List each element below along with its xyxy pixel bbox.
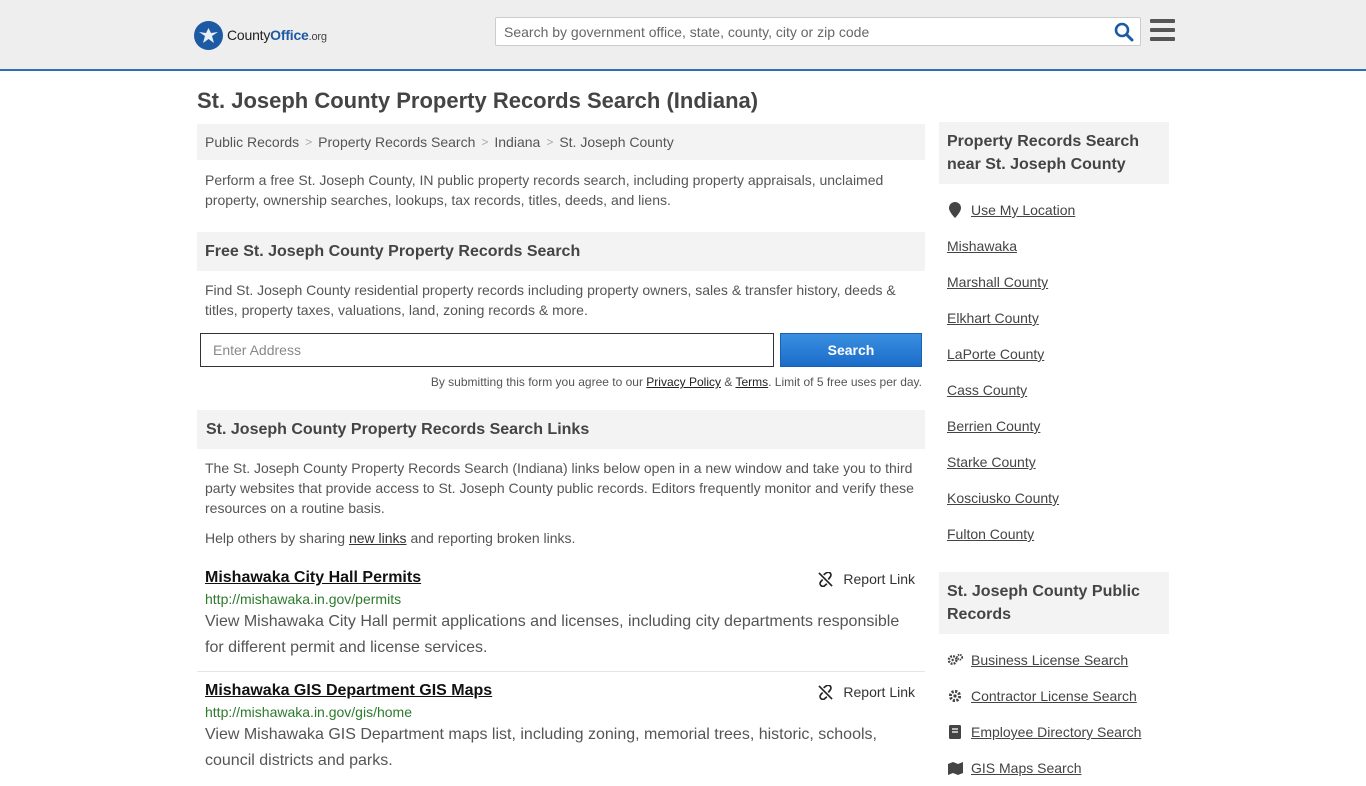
address-search-button[interactable]: Search [780,333,922,367]
link-description: View Mishawaka GIS Department maps list,… [205,726,877,769]
site-logo[interactable]: CountyOffice.org [194,20,327,50]
help-text: Help others by sharing new links and rep… [197,528,925,548]
book-icon [947,725,963,739]
logo-text-suffix: .org [308,31,327,43]
broken-link-icon [818,571,834,587]
address-input[interactable] [200,333,774,367]
logo-text-county: County [227,27,271,43]
sidebar-item-cass-county[interactable]: Cass County [947,382,1027,398]
use-location-item: Use My Location [947,192,1161,228]
breadcrumb: Public Records > Property Records Search… [197,124,925,160]
sidebar-item-laporte-county[interactable]: LaPorte County [947,346,1044,362]
sidebar-near-heading: Property Records Search near St. Joseph … [939,122,1169,184]
sidebar-item-elkhart-county[interactable]: Elkhart County [947,310,1039,326]
broken-link-icon [818,684,834,700]
link-url: http://mishawaka.in.gov/permits [205,591,402,607]
report-link-label: Report Link [843,684,915,700]
sidebar-item-marshall-county[interactable]: Marshall County [947,274,1048,290]
top-bar: CountyOffice.org [0,0,1366,71]
breadcrumb-public-records[interactable]: Public Records [205,134,299,150]
logo-text-office: Office [270,27,309,43]
free-search-heading: Free St. Joseph County Property Records … [197,232,925,271]
terms-link[interactable]: Terms [735,375,768,389]
list-item: Mishawaka City Hall Permits Report Link … [197,569,925,661]
help-prefix: Help others by sharing [205,530,346,546]
page-title: St. Joseph County Property Records Searc… [197,88,759,113]
free-search-text: Find St. Joseph County residential prope… [205,282,896,318]
sidebar-item-contractor-license-search[interactable]: Contractor License Search [971,688,1137,704]
gears-icon [947,653,963,667]
report-link-button[interactable]: Report Link [818,684,915,700]
link-description: View Mishawaka City Hall permit applicat… [205,613,900,656]
breadcrumb-indiana[interactable]: Indiana [494,134,540,150]
links-section-heading: St. Joseph County Property Records Searc… [197,410,925,449]
disclaimer-prefix: By submitting this form you agree to our [430,375,643,389]
sidebar-item-gis-maps-search[interactable]: GIS Maps Search [971,760,1082,776]
sidebar-public-list: Business License Search Contractor Licen… [939,642,1169,786]
sidebar-near-list: Use My Location Mishawaka Marshall Count… [939,192,1169,552]
eagle-seal-icon [194,20,223,50]
disclaimer-suffix: . Limit of 5 free uses per day. [768,375,922,389]
link-title[interactable]: Mishawaka GIS Department GIS Maps [205,682,492,699]
disclaimer-amp: & [724,375,733,389]
search-icon[interactable] [1114,22,1134,42]
breadcrumb-current: St. Joseph County [559,134,674,150]
sidebar-item-employee-directory-search[interactable]: Employee Directory Search [971,724,1141,740]
intro-text: Perform a free St. Joseph County, IN pub… [205,172,884,208]
sidebar-item-starke-county[interactable]: Starke County [947,454,1036,470]
use-my-location-link[interactable]: Use My Location [971,202,1075,218]
form-disclaimer: By submitting this form you agree to our… [197,375,925,389]
report-link-button[interactable]: Report Link [818,571,915,587]
sidebar-item-business-license-search[interactable]: Business License Search [971,652,1128,668]
sidebar-public-heading: St. Joseph County Public Records [939,572,1169,634]
map-icon [947,761,963,775]
new-links-link[interactable]: new links [349,530,407,546]
link-url: http://mishawaka.in.gov/gis/home [205,704,412,720]
address-search-form: Search [197,333,925,367]
breadcrumb-separator-icon: > [546,135,554,149]
links-section-text: The St. Joseph County Property Records S… [205,460,914,516]
sidebar-item-berrien-county[interactable]: Berrien County [947,418,1040,434]
link-title[interactable]: Mishawaka City Hall Permits [205,569,421,586]
help-suffix: and reporting broken links. [410,530,576,546]
sidebar-item-kosciusko-county[interactable]: Kosciusko County [947,490,1059,506]
breadcrumb-separator-icon: > [305,135,313,149]
sidebar-item-mishawaka[interactable]: Mishawaka [947,238,1017,254]
divider [197,671,925,672]
site-search-input[interactable] [496,18,1096,45]
hamburger-menu-icon[interactable] [1150,19,1175,41]
breadcrumb-separator-icon: > [481,135,489,149]
gear-icon [947,689,963,703]
main-content: Public Records > Property Records Search… [197,124,925,774]
list-item: Mishawaka GIS Department GIS Maps Report… [197,682,925,774]
sidebar: Property Records Search near St. Joseph … [939,122,1169,786]
report-link-label: Report Link [843,571,915,587]
sidebar-item-fulton-county[interactable]: Fulton County [947,526,1034,542]
site-search [495,17,1141,46]
privacy-policy-link[interactable]: Privacy Policy [646,375,721,389]
map-pin-icon [947,202,963,218]
breadcrumb-property-records-search[interactable]: Property Records Search [318,134,475,150]
